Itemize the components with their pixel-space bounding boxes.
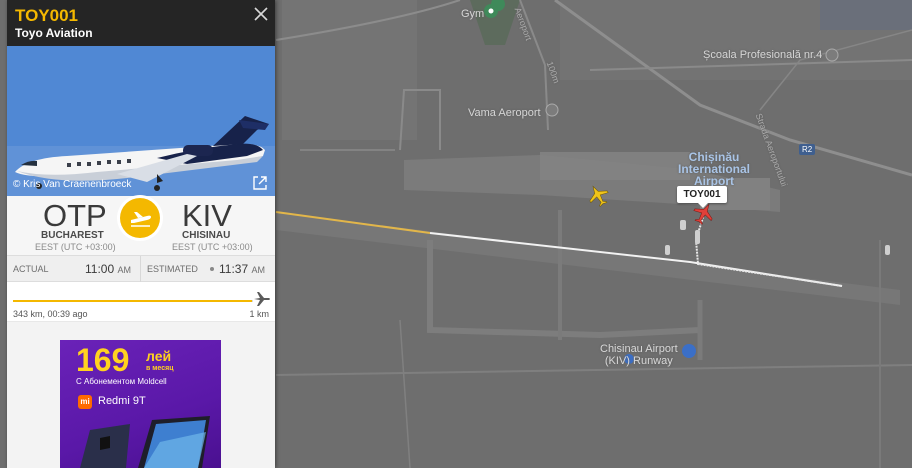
estimated-time-value: 11:37 [219, 262, 249, 276]
ad-unit: лей [146, 348, 172, 364]
origin-timezone: EEST (UTC +03:00) [35, 242, 116, 252]
estimated-time-zone: AM [251, 265, 265, 275]
ad-sub: в месяц [146, 365, 174, 372]
times-divider [140, 256, 141, 282]
flight-info-panel: TOY001 Toyo Aviation © Kris Van Craenenb… [7, 0, 275, 468]
progress-fill [13, 300, 253, 302]
airport-label[interactable]: Chișinău International Airport [676, 151, 752, 187]
destination-city: CHISINAU [182, 230, 231, 241]
progress-track [13, 300, 253, 302]
close-icon[interactable] [253, 6, 269, 22]
aircraft-image [7, 46, 275, 196]
map-flight-tag[interactable]: TOY001 [677, 186, 727, 208]
origin-code[interactable]: OTP [43, 198, 107, 234]
map-label-vama: Vama Aeroport [468, 107, 541, 119]
actual-time: 11:00 AM [85, 262, 131, 276]
actual-time-value: 11:00 [85, 262, 115, 276]
origin-city: BUCHAREST [41, 230, 104, 241]
ad-banner[interactable]: 169 лей в месяц С Абонементом Moldcell m… [60, 340, 221, 468]
destination-code[interactable]: KIV [182, 198, 232, 234]
progress-distance-flown: 343 km, 00:39 ago [13, 309, 88, 319]
estimated-dot-icon [210, 267, 214, 271]
flight-number: TOY001 [15, 6, 79, 25]
progress-distance-remaining: 1 km [249, 309, 269, 319]
road-badge-r2: R2 [799, 144, 816, 155]
ad-price: 169 [76, 342, 130, 378]
ad-model: Redmi 9T [98, 395, 146, 407]
aircraft-photo[interactable]: © Kris Van Craenenbroeck [7, 46, 275, 196]
route-summary: OTP BUCHAREST EEST (UTC +03:00) KIV CHIS… [7, 196, 275, 256]
estimated-label: ESTIMATED [147, 264, 198, 274]
panel-header: TOY001 Toyo Aviation [7, 0, 275, 46]
flight-times: ACTUAL 11:00 AM ESTIMATED 11:37 AM [7, 256, 275, 282]
map-label-scoala: Școala Profesională nr.4 [703, 49, 823, 61]
destination-timezone: EEST (UTC +03:00) [172, 242, 253, 252]
runway-label[interactable]: Chisinau Airport (KIV) Runway [600, 343, 678, 367]
flight-progress: 343 km, 00:39 ago 1 km [7, 282, 275, 322]
ad-area: 169 лей в месяц С Абонементом Moldcell m… [7, 322, 275, 468]
plane-icon [254, 292, 270, 306]
estimated-time: 11:37 AM [219, 262, 265, 276]
actual-label: ACTUAL [13, 264, 49, 274]
mi-logo-icon: mi [78, 395, 92, 409]
ad-line: С Абонементом Moldcell [76, 377, 167, 386]
phone-image [80, 416, 210, 468]
airline-name: Toyo Aviation [15, 26, 93, 40]
takeoff-icon [120, 198, 160, 238]
photo-credit[interactable]: © Kris Van Craenenbroeck [13, 179, 131, 190]
runway-label-line-2: (KIV) Runway [604, 355, 673, 367]
map-label-gym: Gym [461, 8, 485, 20]
runway-label-line-1: Chisinau Airport [600, 343, 678, 355]
actual-time-zone: AM [117, 265, 131, 275]
external-link-icon[interactable] [251, 174, 269, 192]
